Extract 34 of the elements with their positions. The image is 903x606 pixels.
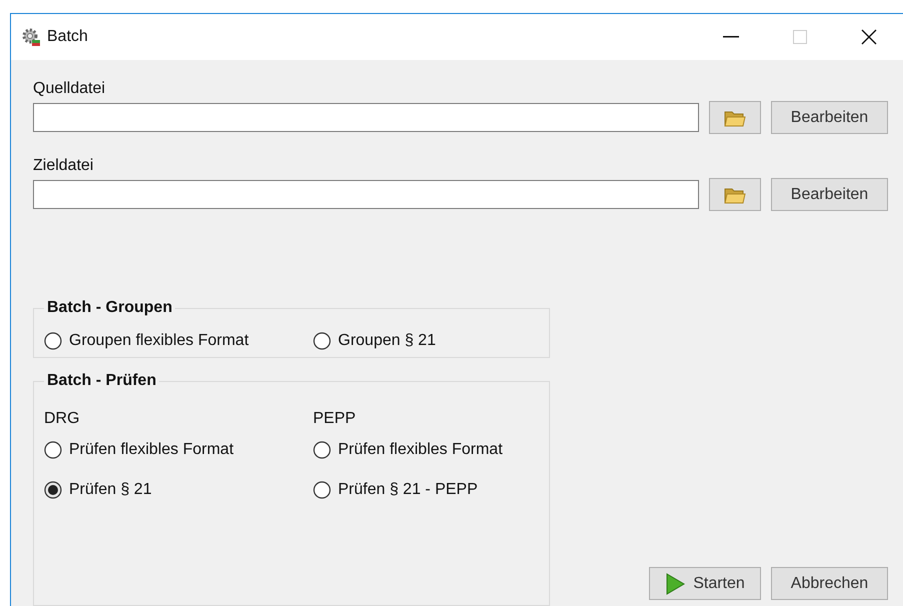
window-title: Batch [47,28,88,46]
edit-button[interactable]: Bearbeiten [771,178,888,211]
cancel-button[interactable]: Abbrechen [771,567,888,600]
field-label: Zieldatei [33,157,94,175]
gear-icon [21,27,41,47]
radio-button[interactable] [44,332,62,350]
maximize-icon [792,30,806,44]
edit-button[interactable]: Bearbeiten [771,101,888,134]
folder-icon [724,108,746,126]
column-heading: DRG [44,409,81,429]
group-title: Batch - Prüfen [46,372,158,390]
radio-button[interactable] [313,441,331,459]
field-label: Quelldatei [33,80,106,98]
minimize-icon [722,36,738,38]
input-field[interactable] [33,180,699,209]
radio-label: Prüfen flexibles Format [69,441,234,459]
radio-button[interactable] [44,441,62,459]
radio-button[interactable] [313,481,331,499]
close-icon [860,29,876,45]
radio-label: Prüfen flexibles Format [338,441,503,459]
browse-button[interactable] [709,101,761,134]
play-icon [665,572,686,594]
browse-button[interactable] [709,178,761,211]
folder-icon [724,186,746,204]
start-button[interactable]: Starten [649,567,761,600]
radio-button[interactable] [313,332,331,350]
radio-label: Groupen flexibles Format [69,332,249,350]
radio-button[interactable] [44,481,62,499]
column-heading: PEPP [313,409,357,429]
radio-label: Prüfen § 21 - PEPP [338,481,478,499]
group-title: Batch - Groupen [46,299,174,317]
radio-label: Prüfen § 21 [69,481,152,499]
input-field[interactable] [33,103,699,132]
radio-label: Groupen § 21 [338,332,436,350]
